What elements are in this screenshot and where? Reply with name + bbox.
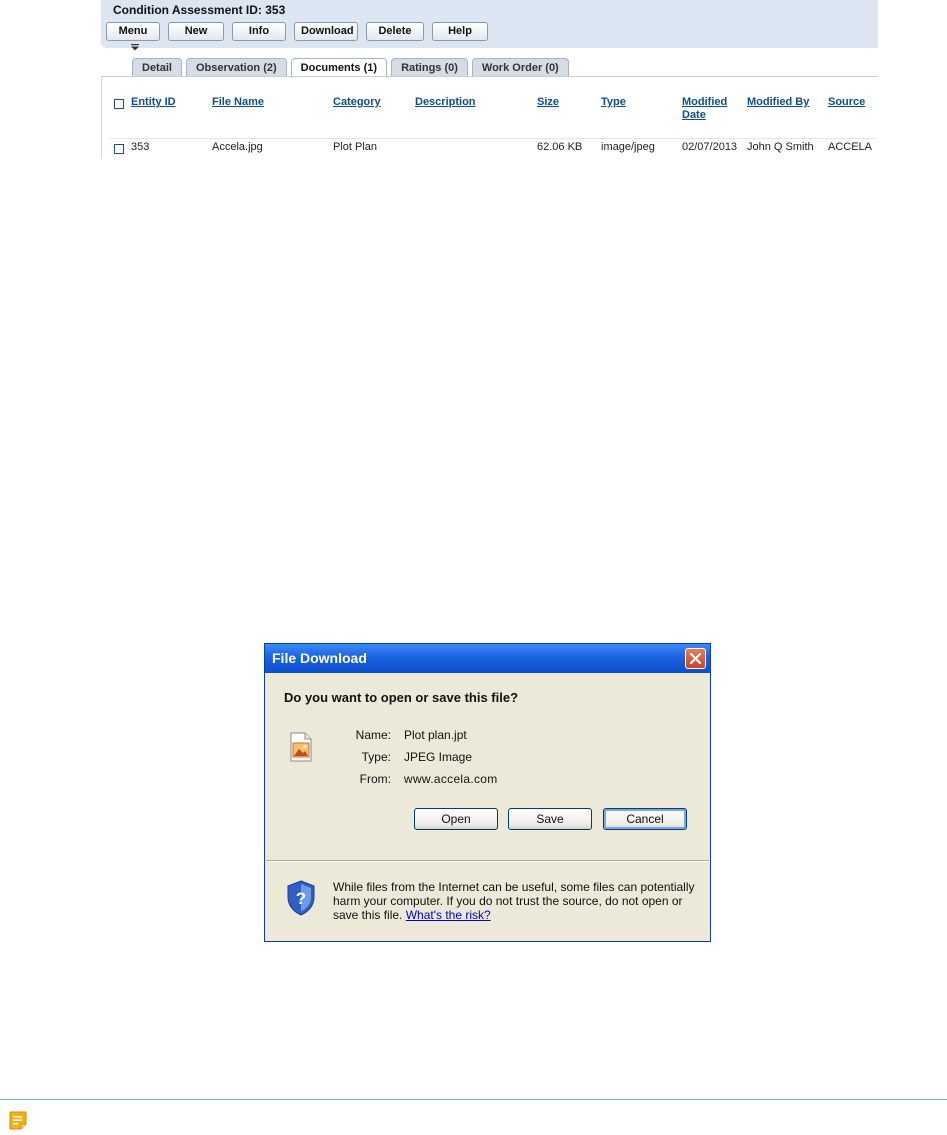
- tab-divider: [101, 76, 878, 77]
- column-header-modified-date[interactable]: Modified Date: [682, 96, 727, 122]
- security-warning: While files from the Internet can be use…: [333, 880, 703, 922]
- dialog-divider: [266, 860, 709, 862]
- tab-documents[interactable]: Documents (1): [290, 58, 388, 78]
- close-button[interactable]: [685, 648, 706, 669]
- row-checkbox[interactable]: [114, 144, 124, 154]
- cancel-button[interactable]: Cancel: [603, 808, 687, 830]
- row-divider: [110, 138, 876, 139]
- note-divider: [0, 1099, 947, 1100]
- dialog-titlebar[interactable]: File Download: [265, 644, 710, 673]
- info-button[interactable]: Info: [232, 22, 286, 41]
- jpeg-file-icon: [290, 732, 312, 762]
- cell-file-name[interactable]: Accela.jpg: [212, 141, 263, 153]
- toolbar: Menu New Info Download Delete Help: [106, 22, 488, 51]
- file-download-dialog: File Download Do you want to open or sav…: [264, 643, 711, 942]
- page-title: Condition Assessment ID: 353: [113, 3, 286, 17]
- column-header-file-name[interactable]: File Name: [212, 96, 264, 109]
- open-button[interactable]: Open: [414, 808, 498, 830]
- tab-work-order[interactable]: Work Order (0): [471, 58, 569, 77]
- dropdown-arrow-icon: [130, 40, 139, 57]
- security-shield-icon: ?: [287, 880, 315, 916]
- column-header-entity-id[interactable]: Entity ID: [131, 96, 176, 109]
- risk-link[interactable]: What's the risk?: [406, 908, 491, 922]
- warning-text: While files from the Internet can be use…: [333, 880, 695, 922]
- record-header-panel: Condition Assessment ID: 353 Menu New In…: [101, 0, 878, 51]
- dialog-title: File Download: [272, 650, 367, 666]
- type-label: Type:: [361, 750, 391, 764]
- tab-observation[interactable]: Observation (2): [185, 58, 287, 77]
- modified-date-header-line1: Modified: [682, 96, 728, 108]
- help-button[interactable]: Help: [432, 22, 488, 41]
- tab-bar: Detail Observation (2) Documents (1) Rat…: [132, 58, 569, 78]
- tab-ratings[interactable]: Ratings (0): [391, 58, 468, 77]
- panel-border: [101, 76, 102, 158]
- menu-button[interactable]: Menu: [106, 22, 160, 51]
- name-label: Name:: [355, 728, 391, 742]
- cell-modified-by: John Q Smith: [747, 141, 814, 153]
- cell-source: ACCELA: [828, 141, 873, 153]
- column-header-type[interactable]: Type: [601, 96, 626, 109]
- cell-modified-date: 02/07/2013: [682, 141, 738, 153]
- column-header-modified-by[interactable]: Modified By: [747, 96, 809, 109]
- cell-type: image/jpeg: [601, 141, 655, 153]
- modified-date-header-line2: Date: [682, 109, 706, 121]
- column-header-category[interactable]: Category: [333, 96, 381, 109]
- cell-size: 62.06 KB: [537, 141, 583, 153]
- delete-button[interactable]: Delete: [366, 22, 424, 41]
- dialog-question: Do you want to open or save this file?: [284, 690, 519, 705]
- column-header-size[interactable]: Size: [537, 96, 559, 109]
- close-x-icon: [690, 653, 701, 664]
- cell-entity-id: 353: [131, 141, 150, 153]
- from-label: From:: [359, 772, 391, 786]
- name-value: Plot plan.jpt: [404, 728, 467, 742]
- column-header-description[interactable]: Description: [415, 96, 476, 109]
- menu-button-label: Menu: [118, 25, 148, 37]
- from-value: www.accela.com: [404, 772, 498, 786]
- save-button[interactable]: Save: [508, 808, 592, 830]
- cell-category: Plot Plan: [333, 141, 378, 153]
- svg-text:?: ?: [296, 889, 306, 908]
- note-icon: [9, 1111, 27, 1130]
- new-button[interactable]: New: [168, 22, 224, 41]
- type-value: JPEG Image: [404, 750, 473, 764]
- column-header-source[interactable]: Source: [828, 96, 865, 109]
- tab-detail[interactable]: Detail: [132, 58, 182, 77]
- select-all-checkbox[interactable]: [114, 99, 124, 109]
- download-button[interactable]: Download: [294, 22, 358, 41]
